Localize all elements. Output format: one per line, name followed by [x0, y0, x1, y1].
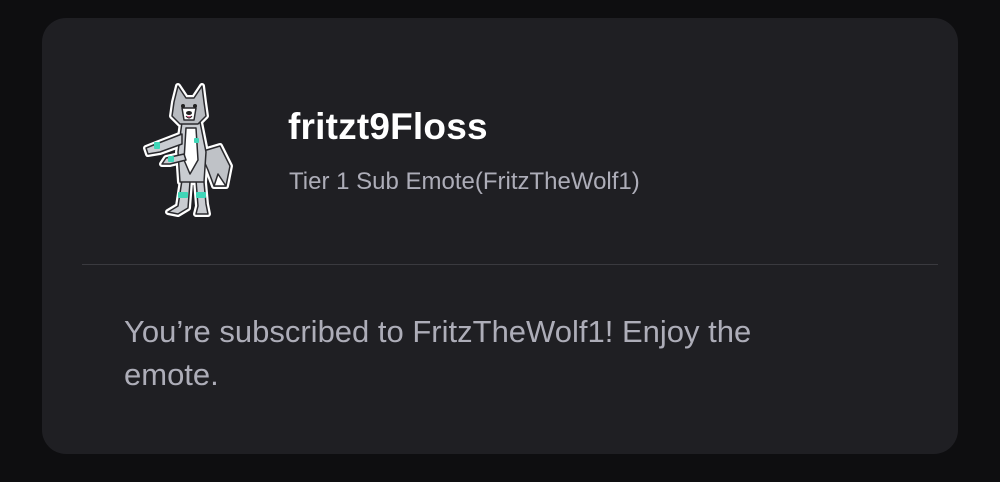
divider [82, 264, 938, 265]
emote-tier-label: Tier 1 Sub Emote(FritzTheWolf1) [289, 168, 640, 195]
emote-name: fritzt9Floss [288, 106, 488, 147]
emote-header: fritzt9Floss Tier 1 Sub Emote(FritzTheWo… [42, 18, 958, 264]
subscription-message: You’re subscribed to FritzTheWolf1! Enjo… [124, 314, 752, 392]
wolf-emote-icon [134, 82, 244, 224]
emote-info-card: fritzt9Floss Tier 1 Sub Emote(FritzTheWo… [42, 18, 958, 454]
